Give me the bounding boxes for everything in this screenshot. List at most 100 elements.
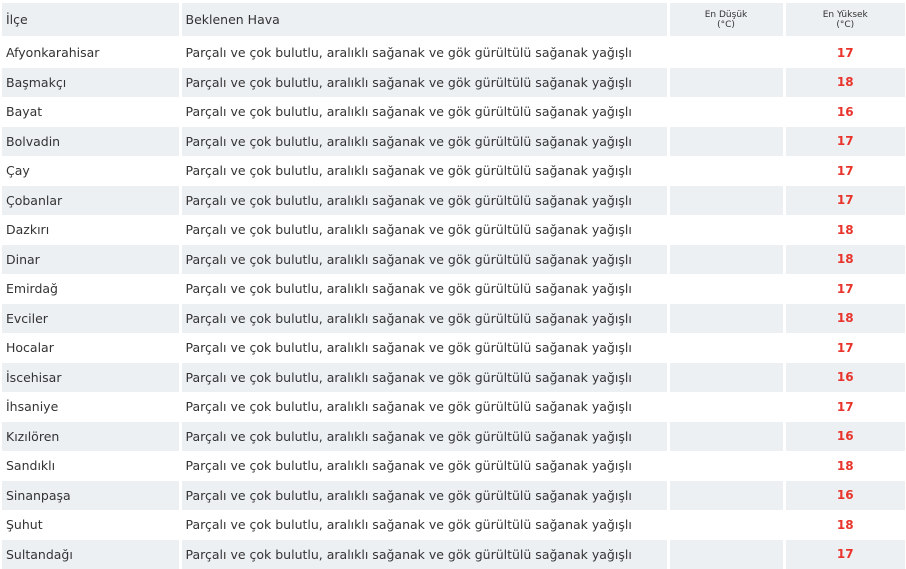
district-cell: Başmakçı (2, 68, 180, 98)
weather-cell: Parçalı ve çok bulutlu, aralıklı sağanak… (180, 540, 668, 569)
min-temp-cell (668, 37, 784, 68)
min-temp-cell (668, 186, 784, 216)
min-temp-cell (668, 422, 784, 452)
header-row: İlçe Beklenen Hava En Düşük (°C) En Yüks… (2, 3, 905, 37)
max-temp-cell: 17 (784, 127, 905, 157)
max-temp-cell: 18 (784, 304, 905, 334)
max-temp-cell: 18 (784, 510, 905, 540)
district-cell: İscehisar (2, 363, 180, 393)
district-cell: Dazkırı (2, 215, 180, 245)
weather-cell: Parçalı ve çok bulutlu, aralıklı sağanak… (180, 422, 668, 452)
district-cell: Bolvadin (2, 127, 180, 157)
district-cell: Emirdağ (2, 274, 180, 304)
max-temp-cell: 18 (784, 245, 905, 275)
table-row: HocalarParçalı ve çok bulutlu, aralıklı … (2, 333, 905, 363)
weather-cell: Parçalı ve çok bulutlu, aralıklı sağanak… (180, 304, 668, 334)
min-temp-cell (668, 215, 784, 245)
max-temp-cell: 17 (784, 333, 905, 363)
max-temp-cell: 17 (784, 156, 905, 186)
weather-cell: Parçalı ve çok bulutlu, aralıklı sağanak… (180, 37, 668, 68)
table-row: AfyonkarahisarParçalı ve çok bulutlu, ar… (2, 37, 905, 68)
min-temp-cell (668, 333, 784, 363)
min-temp-cell (668, 363, 784, 393)
table-body: AfyonkarahisarParçalı ve çok bulutlu, ar… (2, 37, 905, 569)
weather-cell: Parçalı ve çok bulutlu, aralıklı sağanak… (180, 245, 668, 275)
district-cell: Hocalar (2, 333, 180, 363)
min-temp-cell (668, 304, 784, 334)
header-min-unit: (°C) (670, 20, 783, 30)
header-weather: Beklenen Hava (180, 3, 668, 37)
table-row: SinanpaşaParçalı ve çok bulutlu, aralıkl… (2, 481, 905, 511)
district-cell: Sultandağı (2, 540, 180, 569)
weather-cell: Parçalı ve çok bulutlu, aralıklı sağanak… (180, 333, 668, 363)
max-temp-cell: 16 (784, 481, 905, 511)
district-cell: Çobanlar (2, 186, 180, 216)
max-temp-cell: 18 (784, 215, 905, 245)
weather-cell: Parçalı ve çok bulutlu, aralıklı sağanak… (180, 97, 668, 127)
table-row: İhsaniyeParçalı ve çok bulutlu, aralıklı… (2, 392, 905, 422)
weather-forecast-table: İlçe Beklenen Hava En Düşük (°C) En Yüks… (2, 3, 905, 569)
max-temp-cell: 16 (784, 97, 905, 127)
max-temp-cell: 17 (784, 392, 905, 422)
header-min-label: En Düşük (670, 10, 783, 20)
weather-cell: Parçalı ve çok bulutlu, aralıklı sağanak… (180, 510, 668, 540)
min-temp-cell (668, 392, 784, 422)
table-row: DinarParçalı ve çok bulutlu, aralıklı sa… (2, 245, 905, 275)
district-cell: Evciler (2, 304, 180, 334)
min-temp-cell (668, 481, 784, 511)
min-temp-cell (668, 451, 784, 481)
min-temp-cell (668, 274, 784, 304)
district-cell: Kızılören (2, 422, 180, 452)
max-temp-cell: 17 (784, 540, 905, 569)
table-row: DazkırıParçalı ve çok bulutlu, aralıklı … (2, 215, 905, 245)
table-row: KızılörenParçalı ve çok bulutlu, aralıkl… (2, 422, 905, 452)
header-max-label: En Yüksek (786, 10, 906, 20)
min-temp-cell (668, 97, 784, 127)
district-cell: İhsaniye (2, 392, 180, 422)
min-temp-cell (668, 540, 784, 569)
min-temp-cell (668, 510, 784, 540)
table-row: ÇobanlarParçalı ve çok bulutlu, aralıklı… (2, 186, 905, 216)
weather-cell: Parçalı ve çok bulutlu, aralıklı sağanak… (180, 127, 668, 157)
weather-cell: Parçalı ve çok bulutlu, aralıklı sağanak… (180, 392, 668, 422)
district-cell: Sinanpaşa (2, 481, 180, 511)
table-row: ÇayParçalı ve çok bulutlu, aralıklı sağa… (2, 156, 905, 186)
weather-cell: Parçalı ve çok bulutlu, aralıklı sağanak… (180, 215, 668, 245)
table-row: ŞuhutParçalı ve çok bulutlu, aralıklı sa… (2, 510, 905, 540)
header-district: İlçe (2, 3, 180, 37)
table-row: SultandağıParçalı ve çok bulutlu, aralık… (2, 540, 905, 569)
min-temp-cell (668, 127, 784, 157)
min-temp-cell (668, 68, 784, 98)
weather-cell: Parçalı ve çok bulutlu, aralıklı sağanak… (180, 186, 668, 216)
weather-cell: Parçalı ve çok bulutlu, aralıklı sağanak… (180, 274, 668, 304)
weather-cell: Parçalı ve çok bulutlu, aralıklı sağanak… (180, 481, 668, 511)
min-temp-cell (668, 245, 784, 275)
district-cell: Sandıklı (2, 451, 180, 481)
max-temp-cell: 17 (784, 274, 905, 304)
district-cell: Bayat (2, 97, 180, 127)
table-row: BaşmakçıParçalı ve çok bulutlu, aralıklı… (2, 68, 905, 98)
weather-cell: Parçalı ve çok bulutlu, aralıklı sağanak… (180, 68, 668, 98)
max-temp-cell: 16 (784, 422, 905, 452)
min-temp-cell (668, 156, 784, 186)
district-cell: Dinar (2, 245, 180, 275)
district-cell: Şuhut (2, 510, 180, 540)
max-temp-cell: 17 (784, 37, 905, 68)
max-temp-cell: 18 (784, 68, 905, 98)
table-row: EmirdağParçalı ve çok bulutlu, aralıklı … (2, 274, 905, 304)
district-cell: Çay (2, 156, 180, 186)
header-max-temp: En Yüksek (°C) (784, 3, 905, 37)
table-row: İscehisarParçalı ve çok bulutlu, aralıkl… (2, 363, 905, 393)
max-temp-cell: 17 (784, 186, 905, 216)
table-row: SandıklıParçalı ve çok bulutlu, aralıklı… (2, 451, 905, 481)
max-temp-cell: 16 (784, 363, 905, 393)
table-row: BolvadinParçalı ve çok bulutlu, aralıklı… (2, 127, 905, 157)
header-max-unit: (°C) (786, 20, 906, 30)
weather-cell: Parçalı ve çok bulutlu, aralıklı sağanak… (180, 363, 668, 393)
weather-cell: Parçalı ve çok bulutlu, aralıklı sağanak… (180, 451, 668, 481)
max-temp-cell: 18 (784, 451, 905, 481)
table-row: EvcilerParçalı ve çok bulutlu, aralıklı … (2, 304, 905, 334)
district-cell: Afyonkarahisar (2, 37, 180, 68)
table-row: BayatParçalı ve çok bulutlu, aralıklı sa… (2, 97, 905, 127)
weather-cell: Parçalı ve çok bulutlu, aralıklı sağanak… (180, 156, 668, 186)
